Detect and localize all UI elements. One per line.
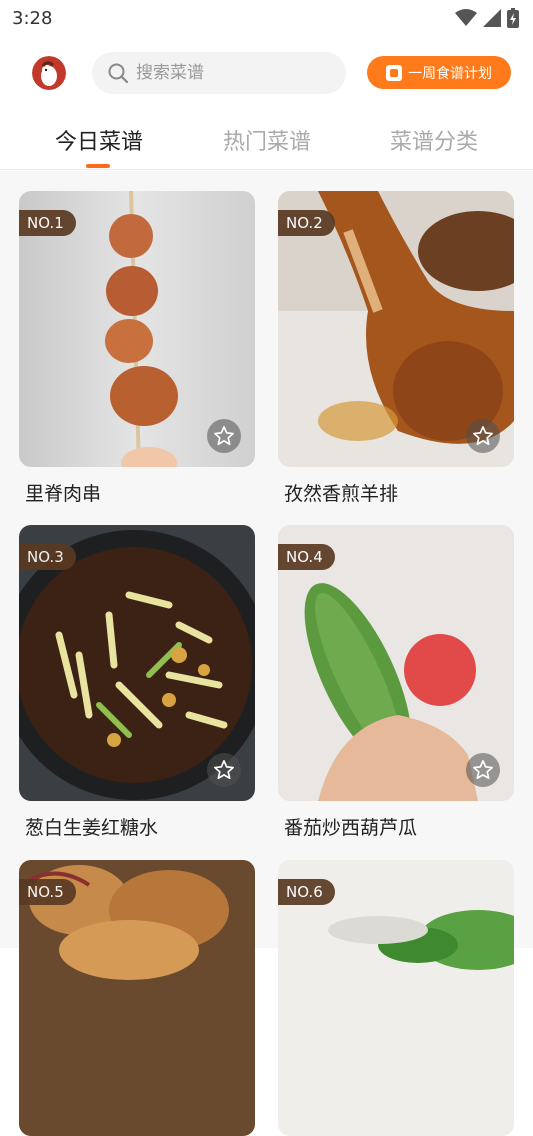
status-time: 3:28 (12, 7, 53, 29)
recipe-card[interactable]: NO.5 (19, 860, 255, 1136)
tab-bar: 今日菜谱 热门菜谱 菜谱分类 (0, 110, 533, 170)
tab-categories[interactable]: 菜谱分类 (364, 124, 504, 156)
battery-charging-icon (507, 8, 519, 28)
favorite-button[interactable] (466, 419, 500, 453)
rank-badge: NO.6 (278, 879, 335, 905)
recipe-image[interactable]: NO.6 (278, 860, 514, 1136)
top-bar: 一周食谱计划 (0, 44, 533, 102)
search-icon (108, 63, 128, 83)
recipe-card[interactable]: NO.6 (278, 860, 514, 1136)
recipe-image[interactable]: NO.2 (278, 191, 514, 467)
favorite-button[interactable] (466, 753, 500, 787)
tab-popular[interactable]: 热门菜谱 (197, 124, 337, 156)
recipe-grid: NO.1 里脊肉串 NO.2 孜然香煎羊排 NO.3 葱白生姜红糖水 NO.4 … (0, 171, 533, 1136)
recipe-title: 葱白生姜红糖水 (25, 817, 159, 839)
rank-badge: NO.1 (19, 210, 76, 236)
rank-badge: NO.3 (19, 544, 76, 570)
status-bar: 3:28 (0, 0, 533, 36)
weekly-plan-label: 一周食谱计划 (408, 64, 492, 81)
recipe-card[interactable]: NO.2 孜然香煎羊排 (278, 191, 514, 506)
tab-today[interactable]: 今日菜谱 (29, 124, 169, 156)
rank-badge: NO.4 (278, 544, 335, 570)
recipe-title: 里脊肉串 (25, 483, 102, 505)
calendar-icon (386, 64, 402, 81)
signal-icon (483, 9, 501, 27)
wifi-icon (455, 9, 477, 26)
star-outline-icon (214, 760, 234, 780)
recipe-card[interactable]: NO.4 番茄炒西葫芦瓜 (278, 525, 514, 840)
recipe-title: 孜然香煎羊排 (284, 483, 399, 505)
recipe-image[interactable]: NO.1 (19, 191, 255, 467)
recipe-card[interactable]: NO.1 里脊肉串 (19, 191, 255, 506)
recipe-image[interactable]: NO.3 (19, 525, 255, 801)
active-tab-indicator (86, 164, 110, 168)
favorite-button[interactable] (207, 753, 241, 787)
recipe-image[interactable]: NO.4 (278, 525, 514, 801)
status-icons (455, 8, 519, 28)
recipe-card[interactable]: NO.3 葱白生姜红糖水 (19, 525, 255, 840)
search-input[interactable] (136, 63, 326, 83)
star-outline-icon (473, 760, 493, 780)
weekly-plan-button[interactable]: 一周食谱计划 (367, 56, 511, 89)
chef-avatar-icon[interactable] (32, 56, 66, 90)
star-outline-icon (214, 426, 234, 446)
search-bar[interactable] (92, 52, 346, 94)
recipe-image[interactable]: NO.5 (19, 860, 255, 1136)
rank-badge: NO.5 (19, 879, 76, 905)
rank-badge: NO.2 (278, 210, 335, 236)
favorite-button[interactable] (207, 419, 241, 453)
recipe-title: 番茄炒西葫芦瓜 (284, 817, 418, 839)
star-outline-icon (473, 426, 493, 446)
